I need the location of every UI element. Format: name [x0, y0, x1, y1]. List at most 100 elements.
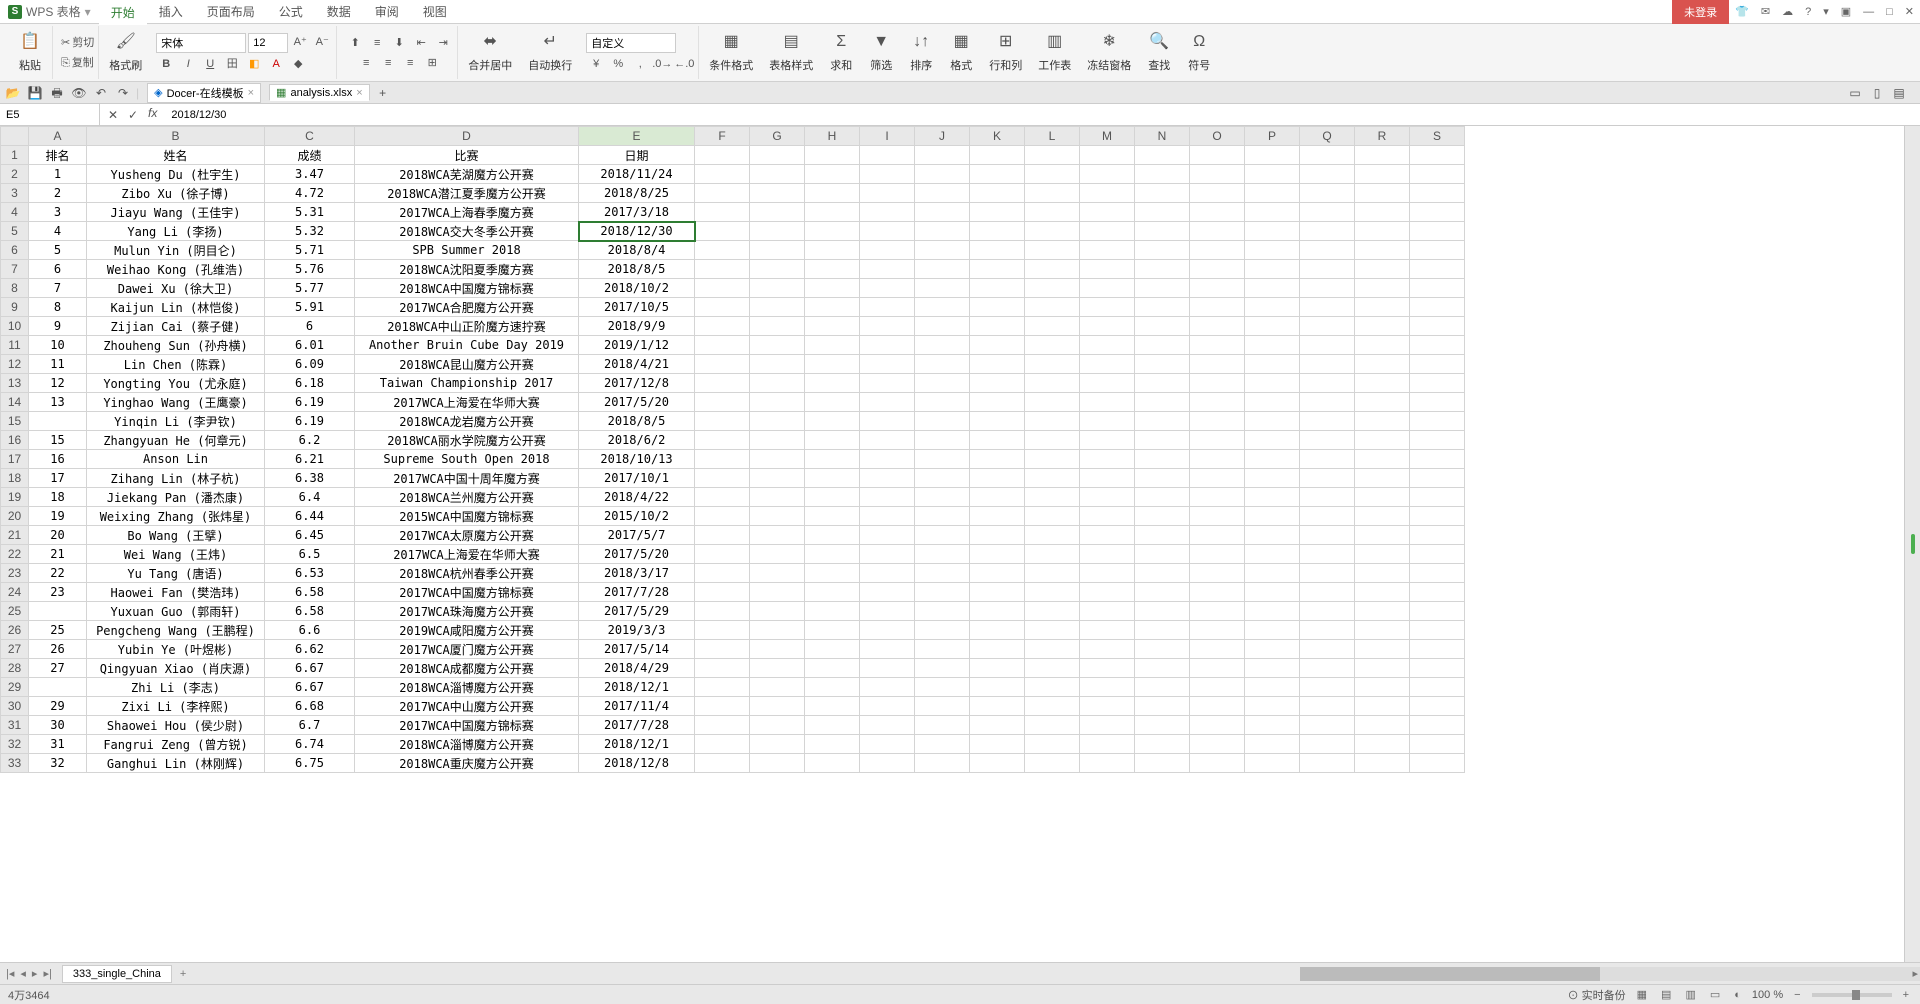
cell[interactable]	[1245, 298, 1300, 317]
cell[interactable]	[1300, 355, 1355, 374]
cell[interactable]	[1025, 735, 1080, 754]
cell[interactable]	[805, 279, 860, 298]
format-painter-button[interactable]: 🖌格式刷	[103, 31, 148, 75]
cell[interactable]	[695, 241, 750, 260]
cell[interactable]: 6.38	[265, 469, 355, 488]
cell[interactable]	[29, 412, 87, 431]
cell[interactable]	[915, 469, 970, 488]
col-header-O[interactable]: O	[1190, 127, 1245, 146]
cell[interactable]	[915, 279, 970, 298]
cell[interactable]: Yang Li (李扬)	[87, 222, 265, 241]
cell[interactable]	[970, 298, 1025, 317]
cell[interactable]	[1355, 279, 1410, 298]
cell[interactable]	[1025, 260, 1080, 279]
file-tab[interactable]: ▦ analysis.xlsx ×	[269, 84, 370, 101]
cell[interactable]: 2018/4/29	[579, 659, 695, 678]
percent-icon[interactable]: %	[608, 55, 628, 73]
cell[interactable]: 2018/8/25	[579, 184, 695, 203]
cell[interactable]: 6.44	[265, 507, 355, 526]
cell[interactable]	[1190, 697, 1245, 716]
cell[interactable]: 2017WCA中山魔方公开赛	[355, 697, 579, 716]
cell[interactable]	[1300, 241, 1355, 260]
redo-icon[interactable]: ↷	[114, 84, 132, 102]
select-all-corner[interactable]	[1, 127, 29, 146]
cell[interactable]	[695, 298, 750, 317]
cell[interactable]	[1245, 241, 1300, 260]
menu-开始[interactable]: 开始	[99, 0, 147, 25]
cell[interactable]: Haowei Fan (樊浩玮)	[87, 583, 265, 602]
cell[interactable]	[805, 165, 860, 184]
cell[interactable]: Weixing Zhang (张炜星)	[87, 507, 265, 526]
cell[interactable]	[1355, 469, 1410, 488]
cell[interactable]	[1245, 450, 1300, 469]
cell[interactable]	[860, 488, 915, 507]
cell[interactable]	[1355, 716, 1410, 735]
cell[interactable]	[1080, 526, 1135, 545]
col-header-M[interactable]: M	[1080, 127, 1135, 146]
cell[interactable]	[1080, 355, 1135, 374]
cell[interactable]	[860, 659, 915, 678]
cell[interactable]	[915, 165, 970, 184]
preview-icon[interactable]: 👁	[70, 84, 88, 102]
cell[interactable]: 2019/3/3	[579, 621, 695, 640]
cell[interactable]	[750, 716, 805, 735]
cell[interactable]	[1135, 583, 1190, 602]
cell[interactable]	[1025, 355, 1080, 374]
cell[interactable]	[750, 640, 805, 659]
cell[interactable]: 2018WCA杭州春季公开赛	[355, 564, 579, 583]
cell[interactable]	[750, 298, 805, 317]
cell[interactable]	[970, 545, 1025, 564]
open-icon[interactable]: 📂	[4, 84, 22, 102]
align-middle-icon[interactable]: ≡	[367, 34, 387, 52]
menu-插入[interactable]: 插入	[147, 0, 195, 24]
cell[interactable]	[805, 203, 860, 222]
row-header[interactable]: 28	[1, 659, 29, 678]
fill-color-button[interactable]: ◧	[244, 55, 264, 73]
cell[interactable]	[750, 678, 805, 697]
row-col-button[interactable]: ⊞行和列	[983, 31, 1028, 75]
cell[interactable]	[1025, 583, 1080, 602]
cell[interactable]	[1080, 621, 1135, 640]
indent-dec-icon[interactable]: ⇤	[411, 34, 431, 52]
cell[interactable]	[1410, 507, 1465, 526]
cell[interactable]	[970, 678, 1025, 697]
cell[interactable]	[1300, 222, 1355, 241]
cell[interactable]	[1190, 583, 1245, 602]
cell[interactable]	[1355, 184, 1410, 203]
cloud-icon[interactable]: ☁	[1776, 1, 1799, 22]
cell[interactable]	[750, 184, 805, 203]
symbol-button[interactable]: Ω符号	[1181, 31, 1217, 75]
cell[interactable]: 2018WCA芜湖魔方公开赛	[355, 165, 579, 184]
cell[interactable]: 2018WCA淄博魔方公开赛	[355, 735, 579, 754]
cell[interactable]	[860, 564, 915, 583]
cell[interactable]	[915, 678, 970, 697]
cell[interactable]	[970, 203, 1025, 222]
cell[interactable]	[805, 374, 860, 393]
col-header-J[interactable]: J	[915, 127, 970, 146]
cell[interactable]	[1135, 298, 1190, 317]
cell[interactable]	[805, 754, 860, 773]
find-button[interactable]: 🔍查找	[1141, 31, 1177, 75]
cell[interactable]	[805, 469, 860, 488]
cell[interactable]: 2017/12/8	[579, 374, 695, 393]
cell[interactable]	[1190, 412, 1245, 431]
cell[interactable]: Zibo Xu (徐子博)	[87, 184, 265, 203]
cell[interactable]	[1410, 488, 1465, 507]
cell[interactable]	[1245, 507, 1300, 526]
cell[interactable]: 2018/4/21	[579, 355, 695, 374]
cell[interactable]	[860, 241, 915, 260]
cell[interactable]: 6.21	[265, 450, 355, 469]
cell[interactable]	[1080, 488, 1135, 507]
row-header[interactable]: 31	[1, 716, 29, 735]
cell[interactable]	[805, 336, 860, 355]
cell[interactable]	[860, 735, 915, 754]
copy-button[interactable]: ⎘ 复制	[61, 54, 94, 72]
cell[interactable]	[695, 412, 750, 431]
cell[interactable]	[915, 754, 970, 773]
cell[interactable]: 2017WCA中国魔方锦标赛	[355, 716, 579, 735]
cell[interactable]	[1300, 507, 1355, 526]
cell[interactable]	[915, 564, 970, 583]
cell[interactable]: SPB Summer 2018	[355, 241, 579, 260]
cell[interactable]	[1245, 412, 1300, 431]
cell[interactable]	[1410, 241, 1465, 260]
